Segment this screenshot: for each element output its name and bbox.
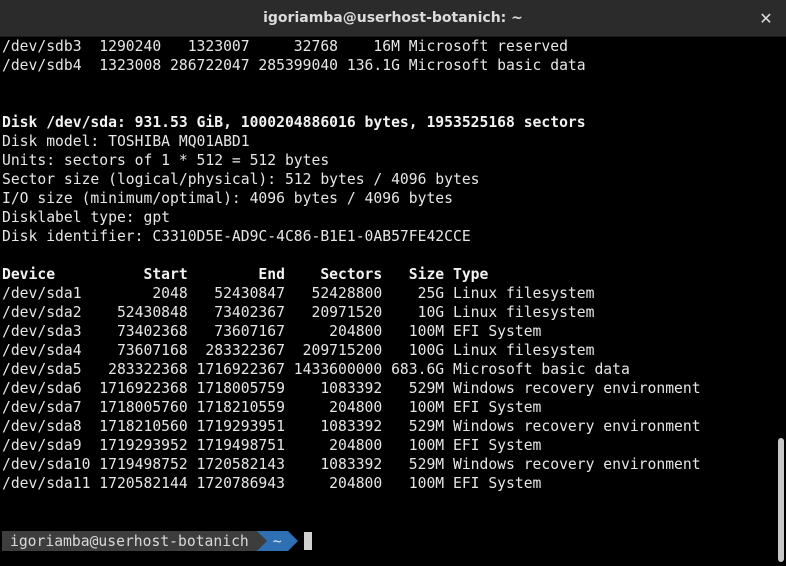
terminal-line: Disk identifier: C3310D5E-AD9C-4C86-B1E1…	[2, 228, 471, 245]
terminal-line: Disklabel type: gpt	[2, 209, 171, 226]
terminal-line: I/O size (minimum/optimal): 4096 bytes /…	[2, 190, 453, 207]
scrollbar[interactable]	[778, 40, 784, 564]
prompt-directory: ~	[266, 531, 288, 551]
window-titlebar: igoriamba@userhost-botanich: ~ ✕	[0, 0, 786, 37]
prompt-user-host: igoriamba@userhost-botanich	[2, 531, 257, 551]
terminal-line: /dev/sda6 1716922368 1718005759 1083392 …	[2, 380, 701, 397]
terminal-line: /dev/sdb3 1290240 1323007 32768 16M Micr…	[2, 38, 568, 55]
close-icon[interactable]: ✕	[756, 8, 776, 28]
terminal-line: Device Start End Sectors Size Type	[2, 266, 489, 283]
terminal-line: Disk model: TOSHIBA MQ01ABD1	[2, 133, 250, 150]
terminal-line: /dev/sda8 1718210560 1719293951 1083392 …	[2, 418, 701, 435]
window-title: igoriamba@userhost-botanich: ~	[263, 10, 523, 26]
terminal-line: /dev/sda3 73402368 73607167 204800 100M …	[2, 323, 542, 340]
text-cursor	[303, 532, 312, 550]
terminal-line: /dev/sda1 2048 52430847 52428800 25G Lin…	[2, 285, 595, 302]
terminal-line: /dev/sda5 283322368 1716922367 143360000…	[2, 361, 630, 378]
terminal-line: Units: sectors of 1 * 512 = 512 bytes	[2, 152, 330, 169]
terminal-line: /dev/sda9 1719293952 1719498751 204800 1…	[2, 437, 542, 454]
terminal-line: /dev/sda11 1720582144 1720786943 204800 …	[2, 475, 542, 492]
terminal-line: /dev/sda4 73607168 283322367 209715200 1…	[2, 342, 595, 359]
prompt-separator-icon	[256, 531, 267, 551]
terminal-line: Sector size (logical/physical): 512 byte…	[2, 171, 480, 188]
shell-prompt: igoriamba@userhost-botanich ~	[2, 531, 312, 551]
terminal-output[interactable]: /dev/sdb3 1290240 1323007 32768 16M Micr…	[0, 37, 774, 566]
terminal-line: /dev/sda7 1718005760 1718210559 204800 1…	[2, 399, 542, 416]
terminal-line: /dev/sdb4 1323008 286722047 285399040 13…	[2, 57, 586, 74]
prompt-separator-icon	[287, 531, 298, 551]
scrollbar-thumb[interactable]	[778, 438, 784, 562]
terminal-line: /dev/sda10 1719498752 1720582143 1083392…	[2, 456, 701, 473]
terminal-line: /dev/sda2 52430848 73402367 20971520 10G…	[2, 304, 595, 321]
terminal-line: Disk /dev/sda: 931.53 GiB, 1000204886016…	[2, 114, 586, 131]
